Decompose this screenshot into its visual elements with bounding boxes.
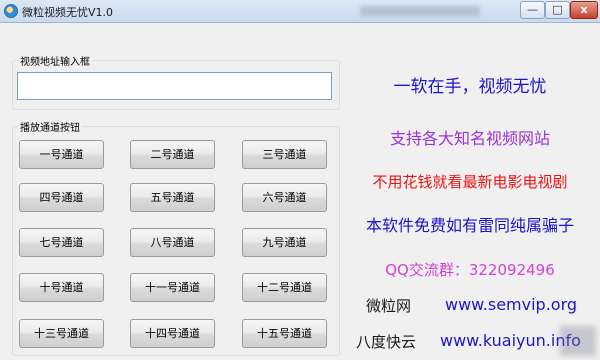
channel-12-button[interactable]: 十二号通道 xyxy=(242,273,327,302)
window-title: 微粒视频无忧V1.0 xyxy=(22,6,114,19)
channel-15-button[interactable]: 十五号通道 xyxy=(242,319,327,348)
promo-qq-group: QQ交流群：322092496 xyxy=(385,261,555,279)
channel-14-button[interactable]: 十四号通道 xyxy=(130,319,215,348)
channel-13-button[interactable]: 十三号通道 xyxy=(19,319,104,348)
channel-1-button[interactable]: 一号通道 xyxy=(19,140,104,169)
promo-free-notice: 本软件免费如有雷同纯属骗子 xyxy=(365,216,574,235)
channel-4-button[interactable]: 四号通道 xyxy=(19,183,104,212)
promo-free-movies: 不用花钱就看最新电影电视剧 xyxy=(372,173,568,191)
title-bar[interactable]: 微粒视频无忧V1.0 — □ x xyxy=(0,0,600,23)
blurred-title-area xyxy=(360,6,480,16)
channel-3-button[interactable]: 三号通道 xyxy=(242,140,327,169)
channel-10-button[interactable]: 十号通道 xyxy=(19,273,104,302)
minimize-button[interactable]: — xyxy=(520,1,545,19)
channels-group-label: 播放通道按钮 xyxy=(18,119,82,134)
channel-9-button[interactable]: 九号通道 xyxy=(242,228,327,257)
close-button[interactable]: x xyxy=(570,1,598,19)
url-group-label: 视频地址输入框 xyxy=(18,53,92,68)
promo-slogan: 一软在手，视频无忧 xyxy=(393,77,547,97)
site-name-kuaiyun: 八度快云 xyxy=(356,333,417,351)
promo-supported-sites: 支持各大知名视频网站 xyxy=(389,129,550,148)
channel-8-button[interactable]: 八号通道 xyxy=(130,228,215,257)
site-link-semvip[interactable]: www.semvip.org xyxy=(445,295,577,314)
video-url-input[interactable] xyxy=(17,72,332,100)
channel-11-button[interactable]: 十一号通道 xyxy=(130,273,215,302)
channel-7-button[interactable]: 七号通道 xyxy=(19,228,104,257)
channel-6-button[interactable]: 六号通道 xyxy=(242,183,327,212)
site-name-semvip: 微粒网 xyxy=(366,297,412,315)
app-icon xyxy=(4,4,18,18)
maximize-button[interactable]: □ xyxy=(545,1,570,19)
channel-5-button[interactable]: 五号通道 xyxy=(130,183,215,212)
blurred-corner xyxy=(560,326,596,356)
channel-2-button[interactable]: 二号通道 xyxy=(130,140,215,169)
